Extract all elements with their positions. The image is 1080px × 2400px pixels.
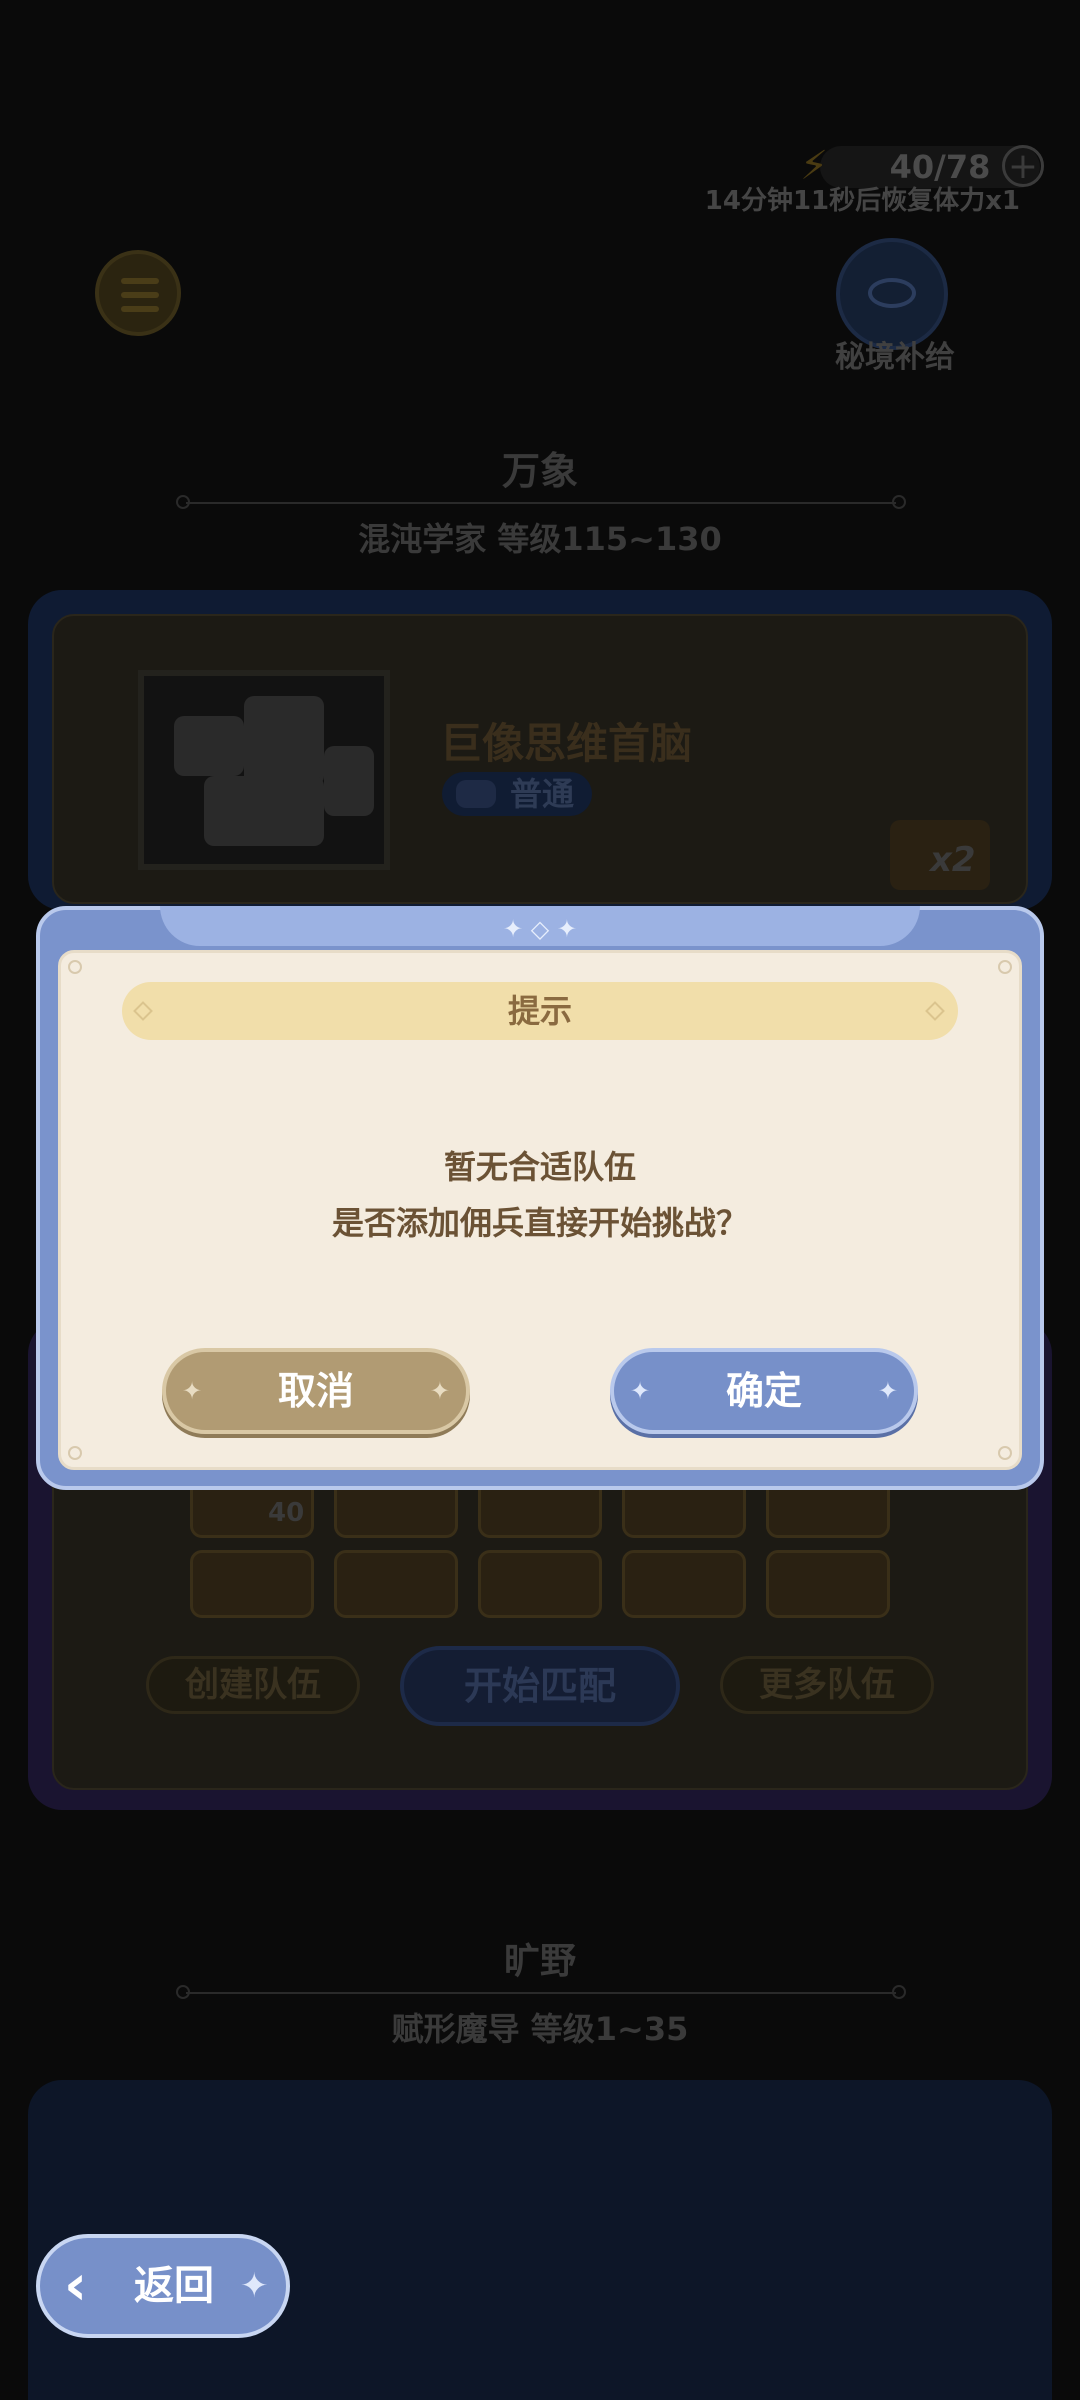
secret-supply-label: 秘境补给 xyxy=(835,340,955,375)
dialog-message-line2: 是否添加佣兵直接开始挑战？ xyxy=(331,1204,748,1242)
section-title: 万象 xyxy=(501,449,578,493)
section-subtitle: 赋形魔导 等级1~35 xyxy=(391,2010,689,2048)
team-slot[interactable] xyxy=(766,1550,890,1618)
divider xyxy=(186,502,896,504)
section-title: 旷野 xyxy=(503,1941,576,1982)
sparkle-icon: ✦ xyxy=(877,1377,898,1405)
team-slot[interactable] xyxy=(478,1550,602,1618)
reward-multiplier: x2 xyxy=(930,840,976,880)
difficulty-icon xyxy=(456,780,496,808)
team-slot[interactable] xyxy=(622,1550,746,1618)
section-subtitle: 混沌学家 等级115~130 xyxy=(358,520,722,558)
energy-recover-timer: 14分钟11秒后恢复体力x1 xyxy=(704,186,1020,216)
eye-icon xyxy=(868,278,916,308)
boss-portrait xyxy=(138,670,390,870)
start-match-button[interactable]: 开始匹配 xyxy=(400,1646,680,1726)
confirm-button[interactable]: ✦ 确定 ✦ xyxy=(610,1348,918,1434)
slot-value: 40 xyxy=(268,1498,305,1528)
more-teams-button[interactable]: 更多队伍 xyxy=(720,1656,934,1714)
divider xyxy=(186,1992,896,1994)
cancel-button[interactable]: ✦ 取消 ✦ xyxy=(162,1348,470,1434)
difficulty-label: 普通 xyxy=(510,775,575,813)
dialog-message-line1: 暂无合适队伍 xyxy=(443,1148,636,1186)
menu-icon xyxy=(121,278,159,284)
back-arrow-icon: ‹ xyxy=(64,2253,88,2318)
boss-name: 巨像思维首脑 xyxy=(440,719,693,768)
gem-ornament-icon: ✦ ◇ ✦ xyxy=(503,915,577,943)
energy-value: 40/78 xyxy=(889,148,991,186)
dialog-title: 提示 xyxy=(507,992,572,1030)
lightning-icon: ⚡ xyxy=(800,143,829,189)
sparkle-icon: ✦ xyxy=(240,2266,269,2306)
create-team-button[interactable]: 创建队伍 xyxy=(146,1656,360,1714)
team-slot[interactable] xyxy=(334,1550,458,1618)
return-label: 返回 xyxy=(134,2263,214,2309)
menu-button[interactable] xyxy=(95,250,181,336)
sparkle-icon: ✦ xyxy=(429,1377,450,1405)
team-slot[interactable] xyxy=(190,1550,314,1618)
add-energy-button[interactable]: + xyxy=(1002,145,1044,187)
